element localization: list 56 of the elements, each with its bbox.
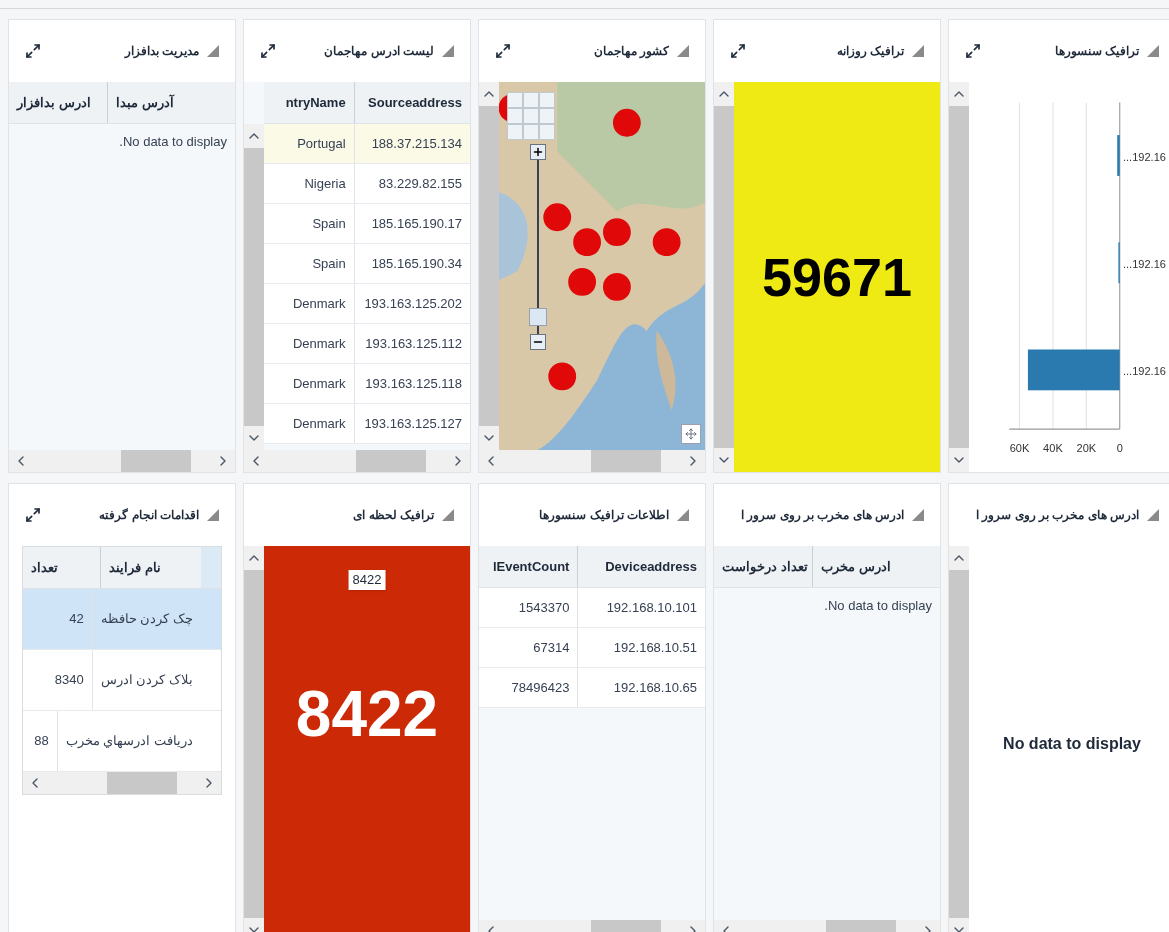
panel-title: ترافیک سنسورها bbox=[1054, 43, 1139, 60]
tick-label: 20K bbox=[1076, 441, 1097, 454]
panel-title: ترافیک لحظه ای bbox=[353, 507, 434, 524]
collapse-triangle-icon[interactable] bbox=[912, 509, 924, 521]
expand-icon[interactable] bbox=[25, 507, 41, 523]
collapse-triangle-icon[interactable] bbox=[677, 509, 689, 521]
zoom-in-button[interactable] bbox=[530, 144, 546, 160]
expand-icon[interactable] bbox=[260, 43, 276, 59]
expand-icon[interactable] bbox=[730, 43, 746, 59]
horizontal-scrollbar[interactable] bbox=[9, 450, 235, 472]
zoom-out-button[interactable] bbox=[530, 334, 546, 350]
empty-message: .No data to display bbox=[119, 133, 227, 151]
scroll-thumb[interactable] bbox=[591, 450, 661, 472]
plus-icon bbox=[532, 146, 544, 158]
panel-title: ادرس های مخرب بر روی سرور ا bbox=[976, 507, 1139, 524]
expand-icon[interactable] bbox=[495, 43, 511, 59]
move-icon bbox=[685, 428, 697, 440]
tick-label: 60K bbox=[1009, 441, 1030, 454]
empty-message: .No data to display bbox=[824, 597, 932, 615]
horizontal-scrollbar[interactable] bbox=[479, 450, 705, 472]
collapse-triangle-icon[interactable] bbox=[442, 45, 454, 57]
metric-value: 8422 bbox=[295, 677, 439, 752]
collapse-triangle-icon[interactable] bbox=[207, 509, 219, 521]
expand-icon[interactable] bbox=[965, 43, 981, 59]
scroll-thumb[interactable] bbox=[356, 450, 426, 472]
collapse-triangle-icon[interactable] bbox=[912, 45, 924, 57]
empty-message: No data to display bbox=[1003, 734, 1141, 754]
collapse-triangle-icon[interactable] bbox=[1147, 45, 1159, 57]
value-tooltip: 8422 bbox=[348, 570, 386, 590]
horizontal-scrollbar[interactable] bbox=[23, 772, 221, 794]
scroll-thumb[interactable] bbox=[121, 450, 191, 472]
metric-value: 59671 bbox=[761, 245, 913, 309]
tick-label: 0 bbox=[1116, 441, 1123, 454]
column-header[interactable]: تعداد bbox=[23, 547, 102, 588]
tick-label: 40K bbox=[1043, 441, 1063, 454]
panel-title: لیست ادرس مهاجمان bbox=[324, 43, 434, 60]
panel-title: کشور مهاجمان bbox=[593, 43, 669, 60]
scroll-thumb[interactable] bbox=[107, 772, 177, 794]
panel-title: ترافیک روزانه bbox=[836, 43, 904, 60]
horizontal-scrollbar[interactable] bbox=[244, 450, 470, 472]
bar[interactable] bbox=[1027, 349, 1120, 391]
zoom-slider-handle[interactable] bbox=[529, 308, 547, 326]
recenter-button[interactable] bbox=[681, 424, 701, 444]
category-label: ...192.16 bbox=[1123, 150, 1166, 163]
panel-title: اطلاعات ترافیک سنسورها bbox=[539, 507, 669, 524]
category-label: ...192.16 bbox=[1123, 257, 1166, 270]
column-header[interactable]: نام فرایند bbox=[101, 547, 201, 588]
expand-icon[interactable] bbox=[25, 43, 41, 59]
collapse-triangle-icon[interactable] bbox=[442, 509, 454, 521]
panel-title: اقدامات انجام گرفته bbox=[99, 507, 199, 524]
collapse-triangle-icon[interactable] bbox=[677, 45, 689, 57]
collapse-triangle-icon[interactable] bbox=[207, 45, 219, 57]
panel-title: مدیریت بدافزار bbox=[124, 43, 199, 60]
panel-title: ادرس های مخرب بر روی سرور ا bbox=[741, 507, 904, 524]
category-label: ...192.16 bbox=[1123, 364, 1166, 378]
collapse-triangle-icon[interactable] bbox=[1147, 509, 1159, 521]
